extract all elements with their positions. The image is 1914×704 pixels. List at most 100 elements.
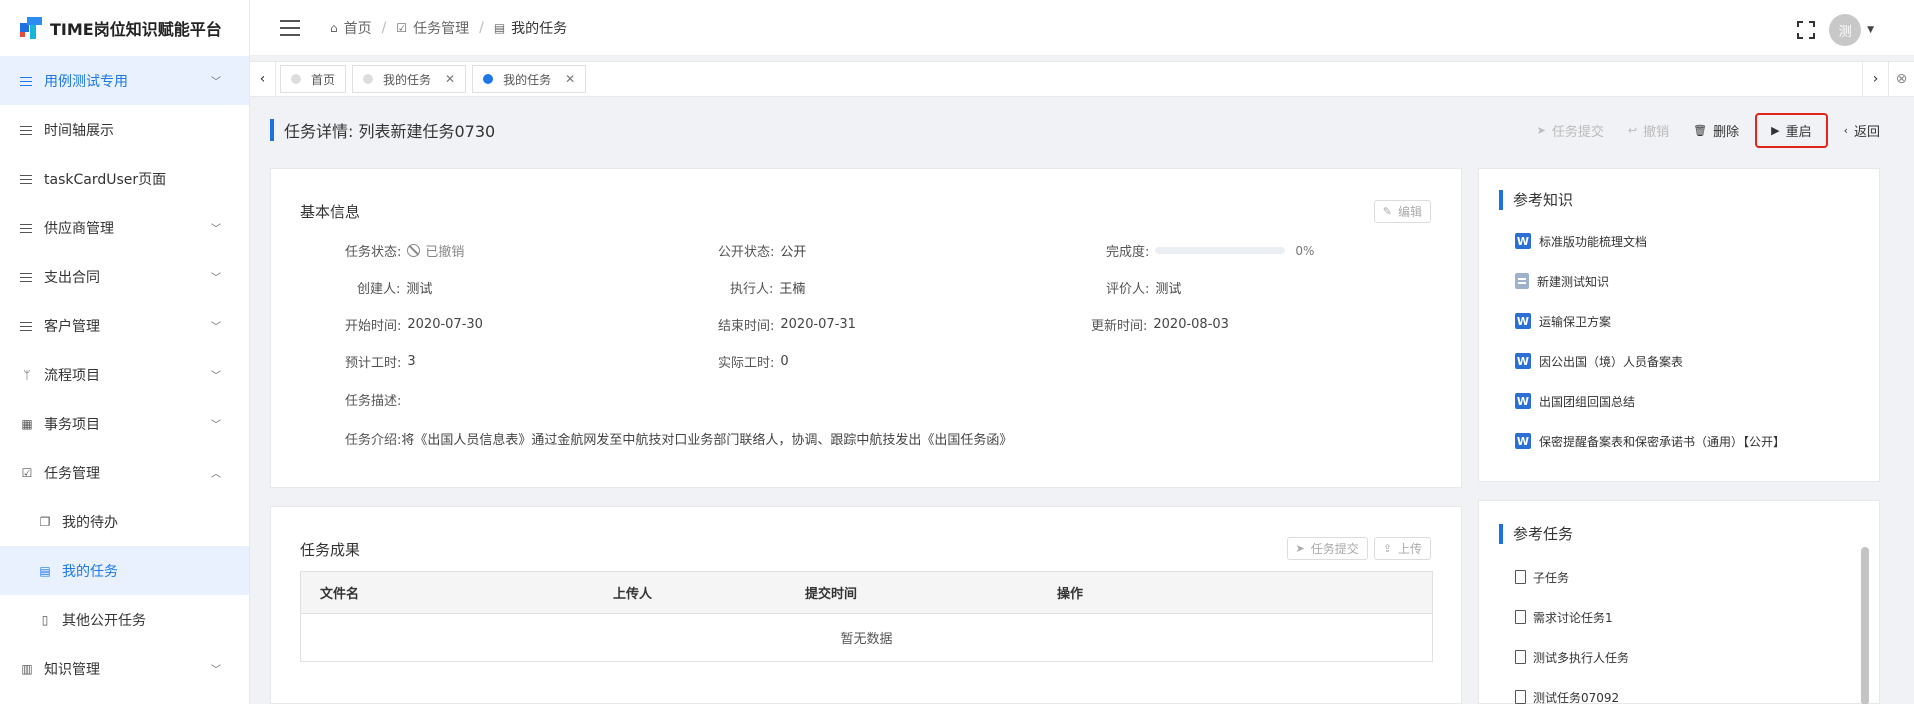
act-hours-field: 实际工时: 0	[718, 352, 789, 371]
breadcrumb-home[interactable]: 首页	[344, 18, 372, 38]
evaluator-field: 评价人: 测试	[1106, 278, 1181, 297]
executor-value: 王楠	[779, 282, 806, 297]
results-submit-button[interactable]: ➤ 任务提交	[1286, 537, 1368, 560]
reference-knowledge-item[interactable]: W 标准版功能梳理文档	[1515, 221, 1785, 261]
tab[interactable]: 我的任务 ✕	[472, 65, 587, 93]
sidebar-item[interactable]: 客户管理 ﹀	[0, 301, 249, 350]
page-header: 任务详情: 列表新建任务0730 ➤ 任务提交 ↩ 撤销 🗑 删除 ▶ 重启 ‹ 返回	[270, 112, 1880, 148]
breadcrumb-current: 我的任务	[511, 20, 568, 37]
sidebar-item[interactable]: taskCardUser页面	[0, 154, 249, 203]
sidebar-item[interactable]: 时间轴展示	[0, 105, 249, 154]
tab-label: 我的任务	[383, 72, 432, 87]
restart-label: 重启	[1785, 124, 1812, 140]
tab-scroll-left-icon[interactable]: ‹	[250, 62, 276, 96]
reference-task-item[interactable]: 需求讨论任务1	[1515, 597, 1629, 637]
delete-button[interactable]: 🗑 删除	[1693, 121, 1739, 140]
upload-icon: ⇪	[1382, 542, 1392, 555]
tab[interactable]: 我的任务 ✕	[352, 65, 467, 93]
sidebar-item[interactable]: ☑ 任务管理 ︿	[0, 448, 249, 497]
reference-task-label: 需求讨论任务1	[1533, 610, 1613, 625]
empty-state: 暂无数据	[840, 632, 893, 647]
breadcrumb-separator: /	[479, 19, 484, 36]
reference-knowledge-item[interactable]: 新建测试知识	[1515, 261, 1785, 301]
list-icon	[20, 74, 34, 88]
sidebar-item-label: 我的任务	[62, 563, 118, 580]
est-hours-label: 预计工时:	[345, 356, 402, 371]
menu-toggle-icon[interactable]	[280, 19, 300, 36]
column-uploader: 上传人	[613, 587, 653, 602]
reference-knowledge-item[interactable]: W 保密提醒备案表和保密承诺书（通用）【公开】	[1515, 421, 1785, 461]
file-icon	[1515, 650, 1526, 664]
submit-task-label: 任务提交	[1551, 124, 1604, 140]
breadcrumb-task-management[interactable]: 任务管理	[413, 18, 469, 38]
reference-task-item[interactable]: 测试多执行人任务	[1515, 637, 1629, 677]
sidebar-item[interactable]: ▥ 知识管理 ﹀	[0, 644, 249, 693]
act-hours-label: 实际工时:	[718, 356, 775, 371]
reference-knowledge-item[interactable]: W 出国团组回国总结	[1515, 381, 1785, 421]
list-icon	[20, 319, 34, 333]
column-filename: 文件名	[320, 587, 360, 602]
revoke-label: 撤销	[1643, 124, 1670, 140]
sidebar-item-label: 时间轴展示	[44, 122, 114, 139]
reference-knowledge-header: 参考知识	[1499, 189, 1573, 210]
sidebar-item[interactable]: ▦ 事务项目 ﹀	[0, 399, 249, 448]
sidebar-item[interactable]: ▤ 我的任务	[0, 546, 249, 595]
edit-button[interactable]: ✎ 编辑	[1373, 200, 1431, 223]
task-results-card: 任务成果 ➤ 任务提交 ⇪ 上传 文件名 上传人 提交时间 操作 暂无数据	[270, 506, 1462, 704]
restart-button[interactable]: ▶ 重启	[1755, 112, 1828, 148]
scrollbar[interactable]	[1861, 547, 1869, 704]
sidebar-item[interactable]: ᛘ 流程项目 ﹀	[0, 350, 249, 399]
status-label: 任务状态:	[345, 245, 402, 260]
revoke-button[interactable]: ↩ 撤销	[1628, 121, 1669, 140]
caret-down-icon[interactable]: ▼	[1867, 25, 1874, 35]
reference-knowledge-item[interactable]: W 因公出国（境）人员备案表	[1515, 341, 1785, 381]
app-logo[interactable]: TIME岗位知识赋能平台	[0, 0, 249, 56]
progress-field: 完成度: 0%	[1106, 241, 1315, 261]
close-all-tabs-icon[interactable]: ⊗	[1888, 62, 1914, 96]
avatar[interactable]: 测	[1829, 14, 1862, 46]
ban-icon	[407, 244, 421, 257]
close-icon[interactable]: ✕	[445, 72, 455, 86]
sidebar-item[interactable]: 支出合同 ﹀	[0, 252, 249, 301]
tab-status-dot	[483, 74, 494, 84]
reference-task-label: 测试任务07092	[1533, 690, 1620, 704]
fullscreen-icon[interactable]	[1797, 21, 1816, 39]
tab-label: 我的任务	[503, 72, 552, 87]
tab-label: 首页	[311, 72, 336, 87]
reference-knowledge-label: 运输保卫方案	[1539, 314, 1612, 329]
sidebar-item[interactable]: ❐ 我的待办	[0, 497, 249, 546]
sidebar-item[interactable]: 用例测试专用 ﹀	[0, 56, 249, 105]
reference-knowledge-label: 因公出国（境）人员备案表	[1539, 354, 1684, 369]
chevron-down-icon: ﹀	[211, 371, 221, 382]
scrollbar-thumb[interactable]	[1861, 547, 1869, 704]
tab[interactable]: 首页	[280, 65, 347, 93]
basic-info-title: 基本信息	[300, 203, 361, 221]
back-button[interactable]: ‹ 返回	[1844, 121, 1880, 140]
reference-task-item[interactable]: 子任务	[1515, 557, 1629, 597]
reference-knowledge-item[interactable]: W 运输保卫方案	[1515, 301, 1785, 341]
reference-knowledge-title: 参考知识	[1513, 191, 1574, 209]
word-icon: W	[1515, 233, 1531, 249]
reference-task-label: 子任务	[1533, 570, 1570, 585]
reference-tasks-list: 子任务需求讨论任务1 测试多执行人任务测试任务07092	[1515, 557, 1629, 704]
send-icon: ➤	[1536, 123, 1546, 137]
end-time-field: 结束时间: 2020-07-31	[718, 315, 856, 334]
est-hours-field: 预计工时: 3	[345, 352, 416, 371]
doc-icon	[1515, 273, 1529, 289]
sidebar-item[interactable]: 供应商管理 ﹀	[0, 203, 249, 252]
home-icon: ⌂	[330, 20, 338, 35]
sidebar-item[interactable]: ▯ 其他公开任务	[0, 595, 249, 644]
start-time-field: 开始时间: 2020-07-30	[345, 315, 483, 334]
tab-scroll-right-icon[interactable]: ›	[1862, 62, 1888, 96]
tab-status-dot	[363, 74, 374, 84]
reference-task-item[interactable]: 测试任务07092	[1515, 677, 1629, 704]
progress-text: 0%	[1295, 243, 1315, 258]
edit-label: 编辑	[1397, 205, 1422, 219]
submit-task-button[interactable]: ➤ 任务提交	[1537, 121, 1604, 140]
word-icon: W	[1515, 353, 1531, 369]
creator-label: 创建人:	[357, 282, 401, 297]
public-label: 公开状态:	[718, 245, 775, 260]
close-icon[interactable]: ✕	[565, 72, 575, 86]
upload-button[interactable]: ⇪ 上传	[1373, 537, 1431, 560]
word-icon: W	[1515, 313, 1531, 329]
